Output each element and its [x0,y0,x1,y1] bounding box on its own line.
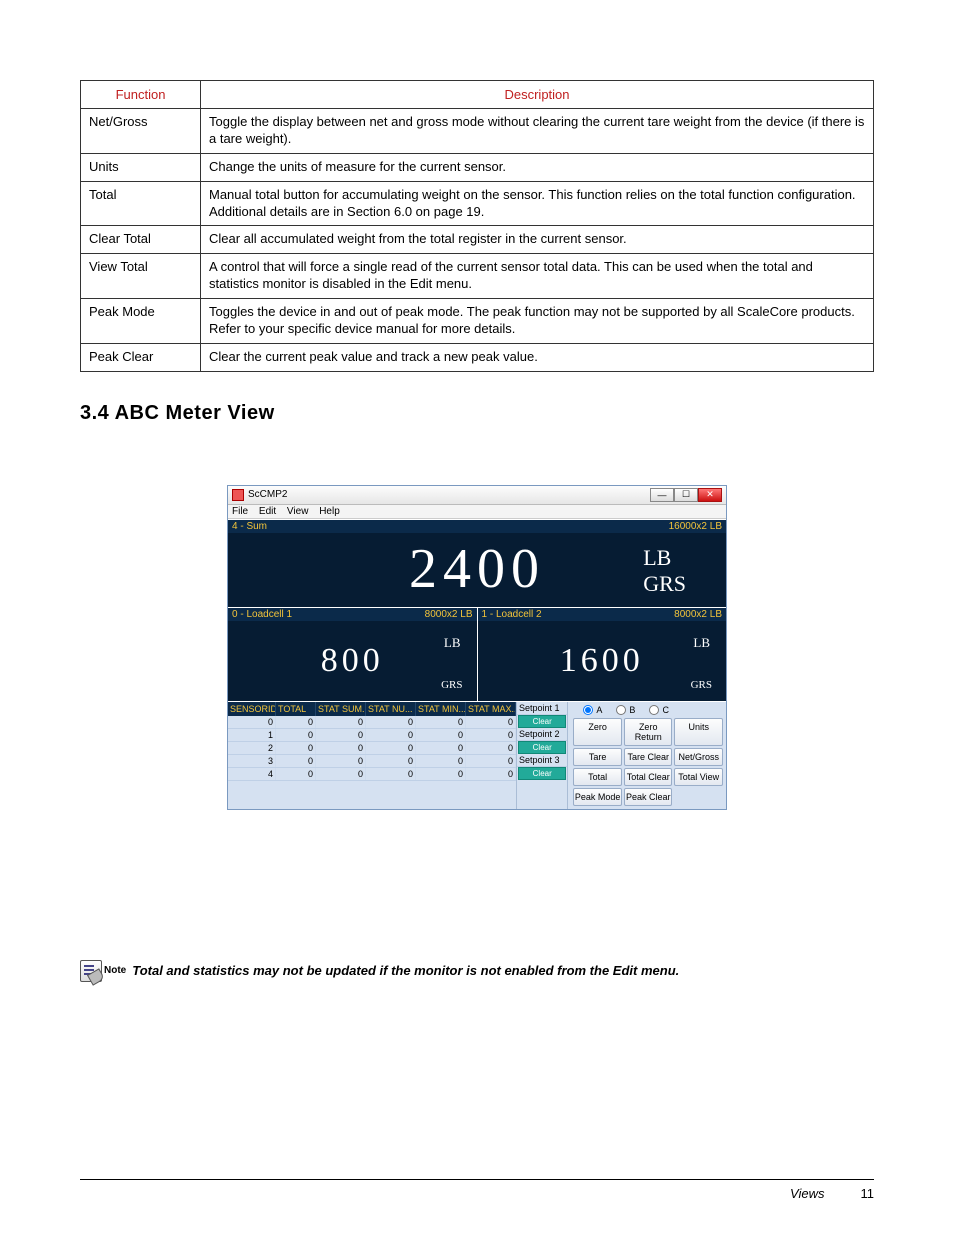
footer-section: Views [790,1186,824,1201]
sum-display: 2400 LB GRS [228,533,726,607]
stats-header-statnu[interactable]: STAT NU... [366,702,416,716]
table-row: Peak ClearClear the current peak value a… [81,343,874,371]
sum-mode: GRS [643,573,686,595]
function-description-table: Function Description Net/GrossToggle the… [80,80,874,372]
setpoint-1-clear-button[interactable]: Clear [518,715,566,728]
table-row: UnitsChange the units of measure for the… [81,153,874,181]
sum-value: 2400 [409,541,545,597]
stats-header-statsum[interactable]: STAT SUM... [316,702,366,716]
stats-header-total[interactable]: TOTAL [276,702,316,716]
loadcell1-value: 800 [321,642,384,680]
stats-header-statmax[interactable]: STAT MAX... [466,702,516,716]
note-block: Note Total and statistics may not be upd… [80,960,874,982]
loadcell1-mode: GRS [441,679,462,691]
total-clear-button[interactable]: Total Clear [624,768,673,786]
app-window: ScCMP2 — ☐ ✕ File Edit View Help 4 - Sum… [227,485,727,810]
section-heading: 3.4 ABC Meter View [80,402,874,425]
loadcell2-unit: LB [693,635,710,651]
footer-page-number: 11 [861,1186,875,1201]
sum-header: 4 - Sum 16000x2 LB [228,519,726,533]
table-row: View TotalA control that will force a si… [81,254,874,299]
setpoint-2-clear-button[interactable]: Clear [518,741,566,754]
window-title: ScCMP2 [248,489,287,500]
loadcell2-mode: GRS [691,679,712,691]
window-titlebar[interactable]: ScCMP2 — ☐ ✕ [228,486,726,505]
table-row: TotalManual total button for accumulatin… [81,181,874,226]
peak-mode-button[interactable]: Peak Mode [573,788,622,806]
table-row: 100000 [228,729,516,742]
menu-bar: File Edit View Help [228,505,726,519]
sum-unit: LB [643,547,686,569]
controls-panel: A B C Zero Zero Return Units Tare Tare C… [567,702,726,809]
loadcell2-range: 8000x2 LB [674,609,722,620]
loadcell1-range: 8000x2 LB [425,609,473,620]
table-row: Clear TotalClear all accumulated weight … [81,226,874,254]
table-row: 000000 [228,716,516,729]
figure-container: ScCMP2 — ☐ ✕ File Edit View Help 4 - Sum… [80,485,874,810]
stats-header-sensorid[interactable]: SENSORID [228,702,276,716]
loadcell2-value: 1600 [560,642,644,680]
setpoint-3-clear-button[interactable]: Clear [518,767,566,780]
peak-clear-button[interactable]: Peak Clear [624,788,673,806]
note-label: Note [104,965,126,976]
stats-table: SENSORID TOTAL STAT SUM... STAT NU... ST… [228,702,516,809]
stats-header-statmin[interactable]: STAT MIN... [416,702,466,716]
window-maximize-button[interactable]: ☐ [674,488,698,502]
table-row: 400000 [228,768,516,781]
loadcell2-label: 1 - Loadcell 2 [482,609,542,620]
sum-label: 4 - Sum [232,521,267,532]
tare-button[interactable]: Tare [573,748,622,766]
tare-clear-button[interactable]: Tare Clear [624,748,673,766]
setpoint-panel: Setpoint 1 Clear Setpoint 2 Clear Setpoi… [516,702,567,809]
table-header-description: Description [201,81,874,109]
setpoint-2-label[interactable]: Setpoint 2 [517,728,567,741]
table-header-function: Function [81,81,201,109]
menu-view[interactable]: View [287,506,309,517]
app-icon [232,489,244,501]
loadcell1-header: 0 - Loadcell 1 8000x2 LB [228,608,477,621]
window-minimize-button[interactable]: — [650,488,674,502]
window-close-button[interactable]: ✕ [698,488,722,502]
zero-return-button[interactable]: Zero Return [624,718,673,746]
menu-file[interactable]: File [232,506,248,517]
total-view-button[interactable]: Total View [674,768,723,786]
loadcell1-unit: LB [444,635,461,651]
units-button[interactable]: Units [674,718,723,746]
menu-help[interactable]: Help [319,506,340,517]
zero-button[interactable]: Zero [573,718,622,746]
net-gross-button[interactable]: Net/Gross [674,748,723,766]
setpoint-3-label[interactable]: Setpoint 3 [517,754,567,767]
table-row: 300000 [228,755,516,768]
total-button[interactable]: Total [573,768,622,786]
page-footer: Views 11 [80,1179,874,1201]
table-row: Net/GrossToggle the display between net … [81,109,874,154]
radio-b[interactable]: B [616,705,635,715]
radio-c[interactable]: C [649,705,669,715]
loadcell1-label: 0 - Loadcell 1 [232,609,292,620]
radio-a[interactable]: A [583,705,602,715]
table-row: 200000 [228,742,516,755]
loadcell1-display: LB 800 GRS [228,621,477,701]
menu-edit[interactable]: Edit [259,506,276,517]
setpoint-1-label[interactable]: Setpoint 1 [517,702,567,715]
sum-range: 16000x2 LB [669,521,722,532]
note-icon [80,960,102,982]
table-row: Peak ModeToggles the device in and out o… [81,299,874,344]
loadcell2-display: LB 1600 GRS [478,621,727,701]
note-text: Total and statistics may not be updated … [132,963,679,978]
loadcell2-header: 1 - Loadcell 2 8000x2 LB [478,608,727,621]
